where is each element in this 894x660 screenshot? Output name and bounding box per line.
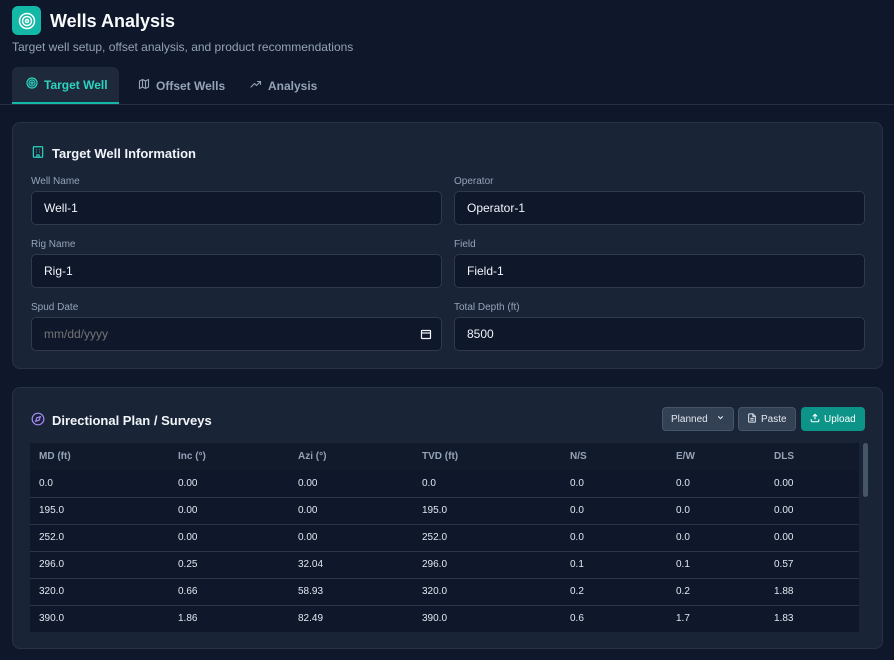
table-cell: 390.0 xyxy=(413,605,561,632)
column-header[interactable]: DLS xyxy=(765,443,859,470)
table-cell: 0.6 xyxy=(561,605,667,632)
table-cell: 0.00 xyxy=(289,497,413,525)
well-name-label: Well Name xyxy=(31,176,80,187)
trending-up-icon xyxy=(250,78,262,93)
clipboard-icon xyxy=(747,412,757,426)
map-icon xyxy=(138,78,150,93)
field-input[interactable] xyxy=(454,254,865,288)
table-cell: 1.7 xyxy=(667,605,765,632)
column-header[interactable]: MD (ft) xyxy=(30,443,169,470)
column-header[interactable]: N/S xyxy=(561,443,667,470)
survey-type-select[interactable]: Planned xyxy=(662,407,734,431)
table-cell: 0.00 xyxy=(765,524,859,552)
table-scrollbar[interactable] xyxy=(863,443,868,497)
table-cell: 0.25 xyxy=(169,551,289,579)
field-label: Field xyxy=(454,239,476,250)
table-cell: 320.0 xyxy=(413,578,561,606)
total-depth-input[interactable] xyxy=(454,317,865,351)
column-header[interactable]: E/W xyxy=(667,443,765,470)
table-cell: 0.0 xyxy=(561,497,667,525)
table-cell: 0.00 xyxy=(765,470,859,498)
table-cell: 82.49 xyxy=(289,605,413,632)
table-cell: 252.0 xyxy=(413,524,561,552)
table-header-row: MD (ft) Inc (°) Azi (°) TVD (ft) N/S E/W… xyxy=(30,443,859,470)
table-cell: 195.0 xyxy=(413,497,561,525)
table-cell: 0.00 xyxy=(289,524,413,552)
spud-date-field xyxy=(31,317,442,351)
table-cell: 0.00 xyxy=(289,470,413,498)
table-cell: 0.0 xyxy=(667,524,765,552)
table-cell: 0.00 xyxy=(169,497,289,525)
survey-table: MD (ft) Inc (°) Azi (°) TVD (ft) N/S E/W… xyxy=(30,443,859,632)
table-cell: 0.0 xyxy=(561,470,667,498)
spud-date-label: Spud Date xyxy=(31,302,79,313)
chevron-down-icon xyxy=(716,413,725,425)
table-cell: 0.00 xyxy=(765,497,859,525)
paste-button[interactable]: Paste xyxy=(738,407,796,431)
table-row[interactable]: 195.0 0.00 0.00 195.0 0.0 0.0 0.00 xyxy=(30,497,859,525)
table-cell: 0.1 xyxy=(561,551,667,579)
table-cell: 0.2 xyxy=(667,578,765,606)
table-cell: 1.83 xyxy=(765,605,859,632)
card-title: Directional Plan / Surveys xyxy=(31,412,212,429)
well-name-input[interactable] xyxy=(31,191,442,225)
table-cell: 296.0 xyxy=(413,551,561,579)
table-cell: 0.0 xyxy=(667,497,765,525)
rig-name-input[interactable] xyxy=(31,254,442,288)
calendar-icon[interactable] xyxy=(420,327,432,345)
table-cell: 0.2 xyxy=(561,578,667,606)
table-cell: 0.0 xyxy=(30,470,169,498)
survey-table-container[interactable]: MD (ft) Inc (°) Azi (°) TVD (ft) N/S E/W… xyxy=(30,443,868,632)
table-cell: 32.04 xyxy=(289,551,413,579)
table-cell: 0.00 xyxy=(169,524,289,552)
table-row[interactable]: 252.0 0.00 0.00 252.0 0.0 0.0 0.00 xyxy=(30,524,859,552)
table-cell: 195.0 xyxy=(30,497,169,525)
operator-label: Operator xyxy=(454,176,494,187)
table-cell: 58.93 xyxy=(289,578,413,606)
table-row[interactable]: 0.0 0.00 0.00 0.0 0.0 0.0 0.00 xyxy=(30,470,859,498)
tab-analysis[interactable]: Analysis xyxy=(236,67,331,104)
table-cell: 320.0 xyxy=(30,578,169,606)
target-icon xyxy=(26,77,38,92)
table-cell: 390.0 xyxy=(30,605,169,632)
table-cell: 0.0 xyxy=(413,470,561,498)
compass-icon xyxy=(31,412,45,429)
table-cell: 0.57 xyxy=(765,551,859,579)
column-header[interactable]: TVD (ft) xyxy=(413,443,561,470)
column-header[interactable]: Azi (°) xyxy=(289,443,413,470)
table-cell: 252.0 xyxy=(30,524,169,552)
card-title: Target Well Information xyxy=(31,145,196,162)
table-row[interactable]: 390.0 1.86 82.49 390.0 0.6 1.7 1.83 xyxy=(30,605,859,632)
target-icon xyxy=(12,6,41,35)
table-cell: 1.88 xyxy=(765,578,859,606)
app-title: Wells Analysis xyxy=(50,11,176,31)
table-cell: 0.66 xyxy=(169,578,289,606)
table-cell: 296.0 xyxy=(30,551,169,579)
operator-input[interactable] xyxy=(454,191,865,225)
total-depth-label: Total Depth (ft) xyxy=(454,302,520,313)
table-cell: 0.0 xyxy=(667,470,765,498)
table-cell: 0.1 xyxy=(667,551,765,579)
column-header[interactable]: Inc (°) xyxy=(169,443,289,470)
tab-label: Analysis xyxy=(268,78,318,93)
spud-date-input[interactable] xyxy=(31,317,442,351)
rig-name-label: Rig Name xyxy=(31,239,76,250)
tab-offset-wells[interactable]: Offset Wells xyxy=(124,67,239,104)
upload-icon xyxy=(810,412,820,426)
app-subtitle: Target well setup, offset analysis, and … xyxy=(12,40,354,54)
table-cell: 0.0 xyxy=(561,524,667,552)
tab-label: Offset Wells xyxy=(156,78,226,93)
tab-target-well[interactable]: Target Well xyxy=(12,67,119,104)
upload-button[interactable]: Upload xyxy=(801,407,865,431)
target-well-card: Target Well Information Well Name Operat… xyxy=(12,122,883,369)
tab-label: Target Well xyxy=(44,77,108,92)
table-cell: 0.00 xyxy=(169,470,289,498)
table-row[interactable]: 320.0 0.66 58.93 320.0 0.2 0.2 1.88 xyxy=(30,578,859,606)
directional-plan-card: Directional Plan / Surveys Planned Paste… xyxy=(12,387,883,649)
building-icon xyxy=(31,145,45,162)
table-row[interactable]: 296.0 0.25 32.04 296.0 0.1 0.1 0.57 xyxy=(30,551,859,579)
table-cell: 1.86 xyxy=(169,605,289,632)
tab-bar: Target Well Offset Wells Analysis xyxy=(0,67,894,105)
